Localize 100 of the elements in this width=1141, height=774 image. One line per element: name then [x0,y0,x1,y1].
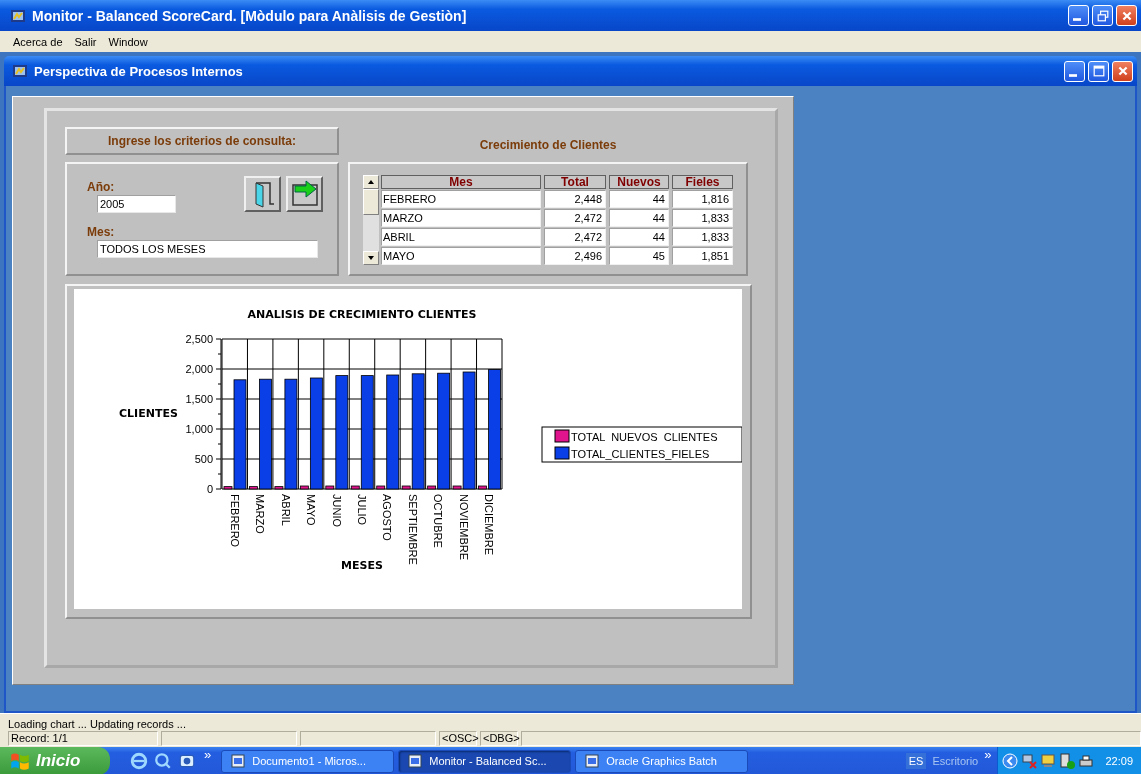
taskbar-button[interactable]: Documento1 - Micros... [221,749,395,773]
taskbar-button[interactable]: Oracle Graphics Batch [575,749,749,773]
table-cell: MAYO [381,247,541,265]
table-cell: 2,472 [544,228,606,246]
criteria-heading: Ingrese los criterios de consulta: [107,134,297,148]
legend-label: TOTAL_CLIENTES_FIELES [571,448,710,460]
axis-label: MAYO [305,494,318,526]
window-title: Monitor - Balanced ScoreCard. [Mòdulo para Anàlisis de Gestiòn] [32,7,467,24]
printer-icon[interactable] [1078,753,1095,769]
down-arrow-icon [367,255,375,261]
table-cell: 2,496 [544,247,606,265]
axis-label: JULIO [356,494,368,526]
tick-label: 1,000 [185,423,213,435]
axis-label: SEPTIEMBRE [406,494,419,565]
menu-item[interactable]: Window [102,35,154,48]
axis-label: OCTUBRE [432,494,445,548]
minimize-button[interactable] [1068,5,1089,26]
close-icon [1120,9,1133,22]
axis-label: AGOSTO [381,494,394,541]
restore-button[interactable] [1092,5,1113,26]
minimize-button[interactable] [1064,60,1085,82]
tick-label: 0 [206,483,213,495]
language-indicator[interactable]: ES [905,753,927,769]
table-cell: 1,816 [672,190,733,208]
legend-swatch [554,446,570,460]
close-button[interactable] [1112,60,1133,82]
axis-label: FEBRERO [228,494,241,548]
axis-title: MESES [341,559,383,572]
axis-label: JUNIO [330,494,343,527]
search-icon[interactable] [154,752,172,770]
table-cell: 1,833 [672,228,733,246]
table-cell: ABRIL [381,228,541,246]
go-button[interactable] [286,176,323,212]
status-message: Loading chart ... Updating records ... [8,717,186,730]
exit-door-button[interactable] [244,176,281,212]
field-label: Año: [87,180,116,194]
table-cell: 2,472 [544,209,606,227]
table-cell: 44 [609,209,669,227]
column-header[interactable]: Fieles [672,175,733,189]
scroll-down-button[interactable] [363,251,379,265]
axis-label: NOVIEMBRE [457,494,470,560]
scroll-thumb[interactable] [363,189,379,215]
status-field: Record: 1/1 [8,731,158,746]
tick-label: 2,000 [185,363,213,375]
legend-swatch [554,429,570,443]
table-cell: FEBRERO [381,190,541,208]
column-header[interactable]: Total [544,175,606,189]
table-title: Crecimiento de Clientes [479,137,617,152]
axis-title: CLIENTES [119,407,178,420]
close-button[interactable] [1116,5,1137,26]
arrow-icon [289,180,320,208]
axis-label: ABRIL [279,494,292,526]
chart-title: ANALISIS DE CRECIMIENTO CLIENTES [247,308,477,321]
network-icon[interactable] [1021,753,1038,769]
axis-label: MARZO [254,494,267,534]
column-header[interactable]: Nuevos [609,175,669,189]
table-cell: 44 [609,190,669,208]
windows-flag-icon [10,751,30,771]
tick-label: 1,500 [185,393,213,405]
tick-label: 500 [194,453,213,465]
child-window-title: Perspectiva de Procesos Internos [34,63,243,79]
axis-label: DICIEMBRE [483,494,496,556]
field-label: Mes: [87,225,116,239]
taskbar-button[interactable]: Monitor - Balanced Sc... [398,749,572,773]
input-field[interactable]: 2005 [97,195,176,213]
table-cell: 2,448 [544,190,606,208]
close-icon [1116,65,1129,77]
app-icon [10,7,26,24]
clock: 22:09 [1105,755,1133,767]
up-arrow-icon [367,179,375,185]
more-button[interactable]: » [984,747,992,762]
app-icon [12,63,28,79]
maximize-button[interactable] [1088,60,1109,82]
minimize-icon [1068,73,1077,77]
app-icon [230,753,247,769]
toolbar-label[interactable]: Escritorio [932,755,979,767]
server-icon[interactable] [1059,753,1076,769]
scrollbar[interactable] [363,175,379,265]
status-field: <OSC> [439,731,477,746]
table-cell: 1,851 [672,247,733,265]
input-field[interactable]: TODOS LOS MESES [97,240,318,258]
menu-item[interactable]: Acerca de [7,35,69,48]
more-button[interactable]: » [204,747,212,762]
table-cell: 45 [609,247,669,265]
status-field: <DBG> [480,731,518,746]
tick-label: 2,500 [185,333,213,345]
monitor-icon[interactable] [1040,753,1057,769]
app-icon [584,753,601,769]
maximize-icon [1092,65,1105,77]
column-header[interactable]: Mes [381,175,541,189]
legend-label: TOTAL NUEVOS CLIENTES [571,431,718,443]
scroll-up-button[interactable] [363,175,379,189]
table-cell: MARZO [381,209,541,227]
app-icon [407,753,424,769]
minimize-icon [1072,18,1081,21]
table-cell: 1,833 [672,209,733,227]
menu-item[interactable]: Salir [68,35,103,48]
expand-icon[interactable] [1002,753,1019,769]
restore-icon [1096,9,1109,22]
table-cell: 44 [609,228,669,246]
